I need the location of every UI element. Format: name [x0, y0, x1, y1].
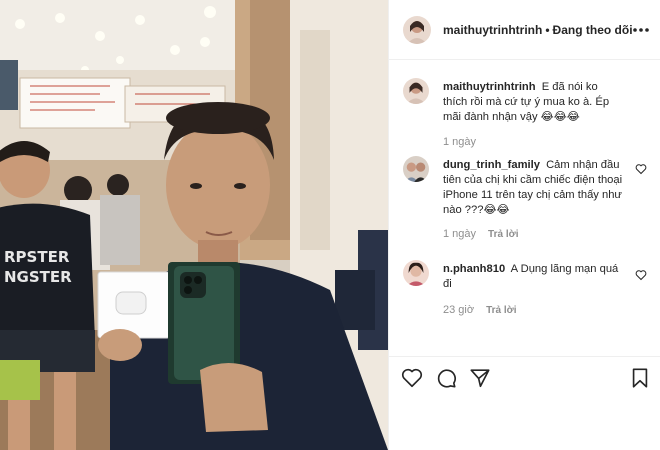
- comment-body: n.phanh810 A Dụng lãng mạn quá đi: [443, 262, 623, 292]
- comment-username[interactable]: maithuytrinhtrinh: [443, 81, 536, 93]
- reply-button[interactable]: Trả lời: [486, 305, 516, 316]
- comment-time[interactable]: 1 ngày: [443, 136, 476, 148]
- comment-time[interactable]: 1 ngày: [443, 228, 476, 240]
- comment-like-heart-icon[interactable]: [635, 162, 647, 175]
- comment-item: maithuytrinhtrinh E đã nói ko thích rồi …: [389, 72, 660, 162]
- post-header: maithuytrinhtrinh • Đang theo dõi: [389, 0, 660, 60]
- post-photo-illustration: RPSTER NGSTER: [0, 0, 388, 450]
- more-options-icon[interactable]: [631, 20, 651, 40]
- author-avatar[interactable]: [403, 16, 431, 44]
- header-separator: •: [545, 23, 550, 37]
- heart-icon[interactable]: [401, 367, 423, 389]
- comment-time[interactable]: 23 giờ: [443, 304, 474, 316]
- svg-text:NGSTER: NGSTER: [4, 268, 72, 286]
- commenter-avatar[interactable]: [403, 156, 429, 182]
- comment-icon[interactable]: [435, 367, 457, 389]
- comment-body: maithuytrinhtrinh E đã nói ko thích rồi …: [443, 80, 623, 125]
- post-photo[interactable]: RPSTER NGSTER: [0, 0, 388, 450]
- comment-like-heart-icon[interactable]: [635, 268, 647, 281]
- comment-item: n.phanh810 A Dụng lãng mạn quá đi 23 giờ…: [389, 256, 660, 326]
- post-sidebar: maithuytrinhtrinh • Đang theo dõi maithuyt…: [388, 0, 660, 450]
- reply-button[interactable]: Trả lời: [488, 229, 518, 240]
- comment-meta: 1 ngày: [443, 136, 476, 148]
- comment-meta: 1 ngày Trả lời: [443, 228, 519, 240]
- commenter-avatar[interactable]: [403, 78, 429, 104]
- following-button[interactable]: Đang theo dõi: [553, 23, 633, 37]
- comment-meta: 23 giờ Trả lời: [443, 304, 517, 316]
- comment-body: dung_trinh_family Cảm nhận đầu tiên của …: [443, 158, 623, 218]
- author-line: maithuytrinhtrinh • Đang theo dõi: [443, 23, 633, 37]
- commenter-avatar[interactable]: [403, 260, 429, 286]
- svg-text:RPSTER: RPSTER: [4, 248, 70, 266]
- comment-username[interactable]: n.phanh810: [443, 263, 505, 275]
- bookmark-icon[interactable]: [629, 367, 651, 389]
- post-actions-bar: [389, 356, 660, 396]
- share-icon[interactable]: [469, 367, 491, 389]
- comment-username[interactable]: dung_trinh_family: [443, 159, 540, 171]
- author-username[interactable]: maithuytrinhtrinh: [443, 23, 542, 37]
- comment-item: dung_trinh_family Cảm nhận đầu tiên của …: [389, 150, 660, 250]
